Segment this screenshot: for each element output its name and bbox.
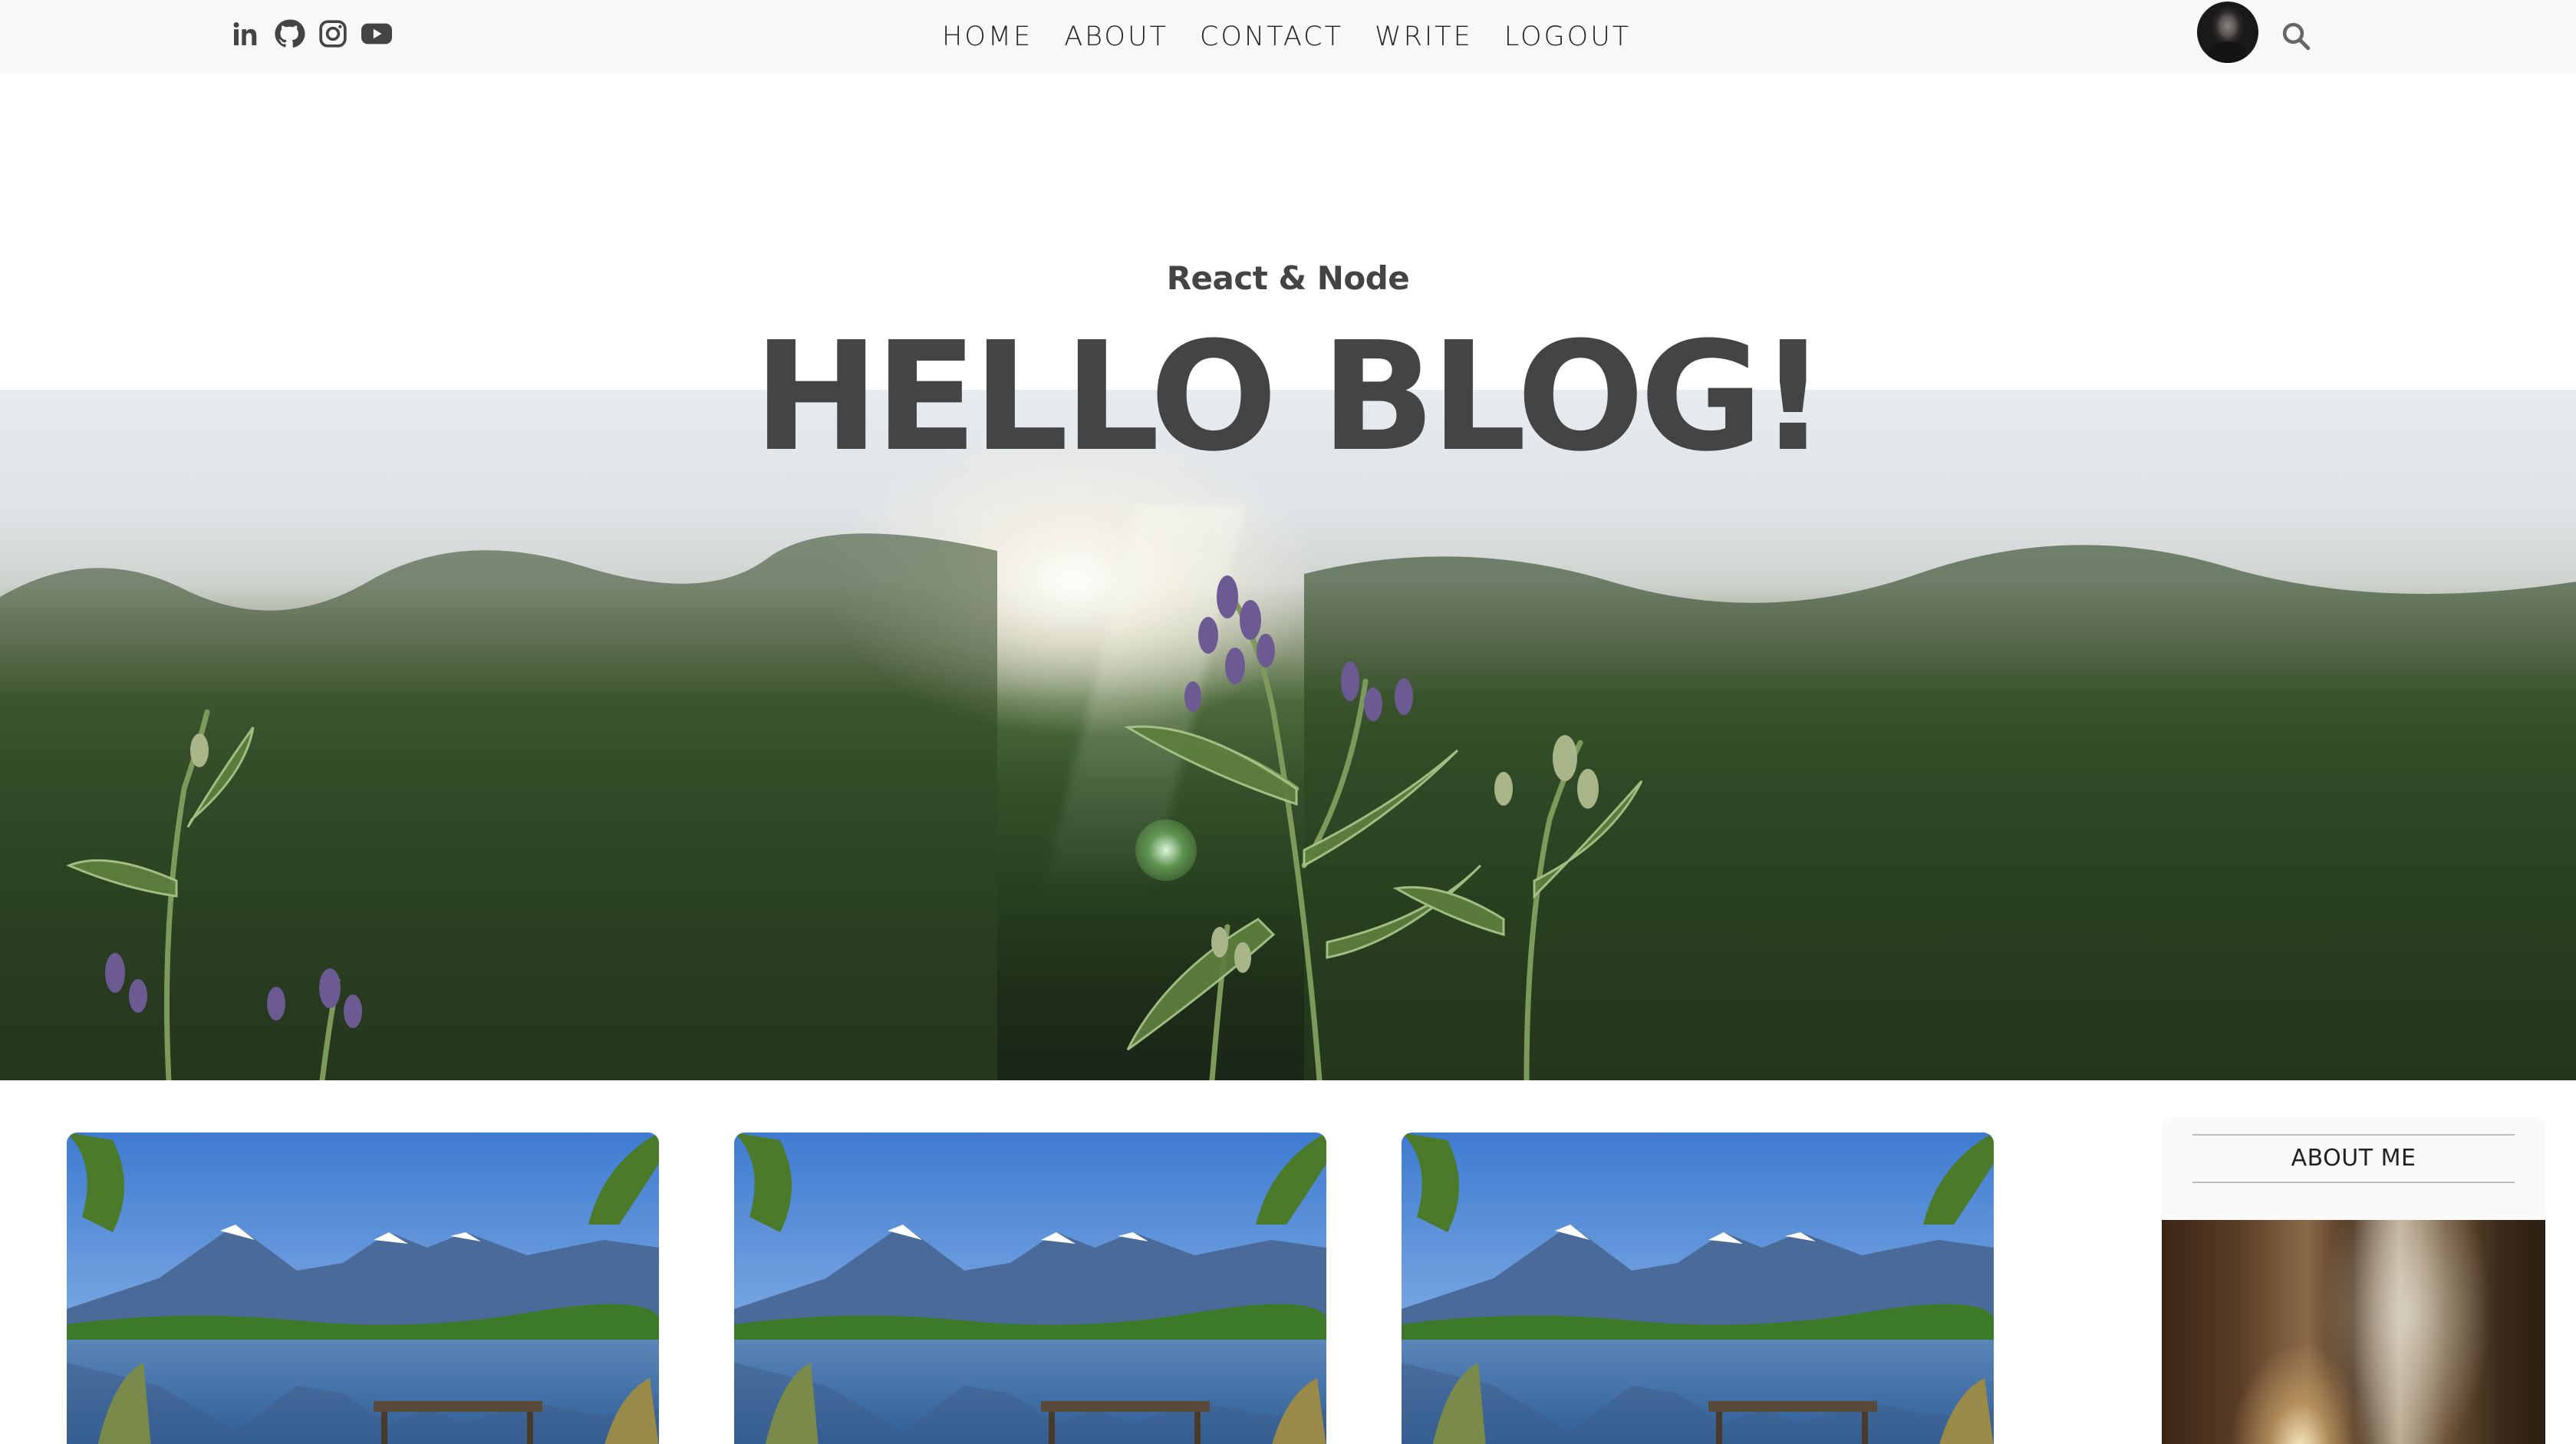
- nav-logout[interactable]: LOGOUT: [1504, 18, 1631, 55]
- linkedin-icon[interactable]: [229, 17, 262, 51]
- social-links: [229, 17, 404, 51]
- search-icon[interactable]: [2280, 20, 2312, 52]
- flower-plants: [0, 533, 2576, 1080]
- nav-write[interactable]: WRITE: [1375, 18, 1473, 55]
- nav-contact[interactable]: CONTACT: [1200, 18, 1343, 55]
- post-card[interactable]: [734, 1132, 1326, 1444]
- nav-home[interactable]: HOME: [942, 18, 1033, 55]
- main-nav: HOME ABOUT CONTACT WRITE LOGOUT: [942, 18, 1662, 55]
- instagram-icon[interactable]: [316, 17, 350, 51]
- header-subtitle: React & Node: [1166, 259, 1410, 297]
- header-title: HELLO BLOG!: [753, 310, 1827, 485]
- sidebar: ABOUT ME: [2162, 1117, 2545, 1444]
- youtube-icon[interactable]: [360, 17, 394, 51]
- post-card[interactable]: [67, 1132, 659, 1444]
- post-image: [734, 1132, 1326, 1444]
- avatar[interactable]: [2197, 2, 2258, 63]
- sun-glow: [1135, 819, 1197, 881]
- blog-home-page: HOME ABOUT CONTACT WRITE LOGOUT React & …: [0, 0, 2576, 1444]
- hero-image: [0, 390, 2576, 1080]
- sidebar-title: ABOUT ME: [2192, 1134, 2515, 1183]
- post-image: [1402, 1132, 1994, 1444]
- github-icon[interactable]: [272, 17, 306, 51]
- post-image: [67, 1132, 659, 1444]
- post-card[interactable]: [1402, 1132, 1994, 1444]
- top-bar: HOME ABOUT CONTACT WRITE LOGOUT: [0, 0, 2576, 74]
- nav-about[interactable]: ABOUT: [1064, 18, 1168, 55]
- sidebar-image: [2162, 1220, 2545, 1444]
